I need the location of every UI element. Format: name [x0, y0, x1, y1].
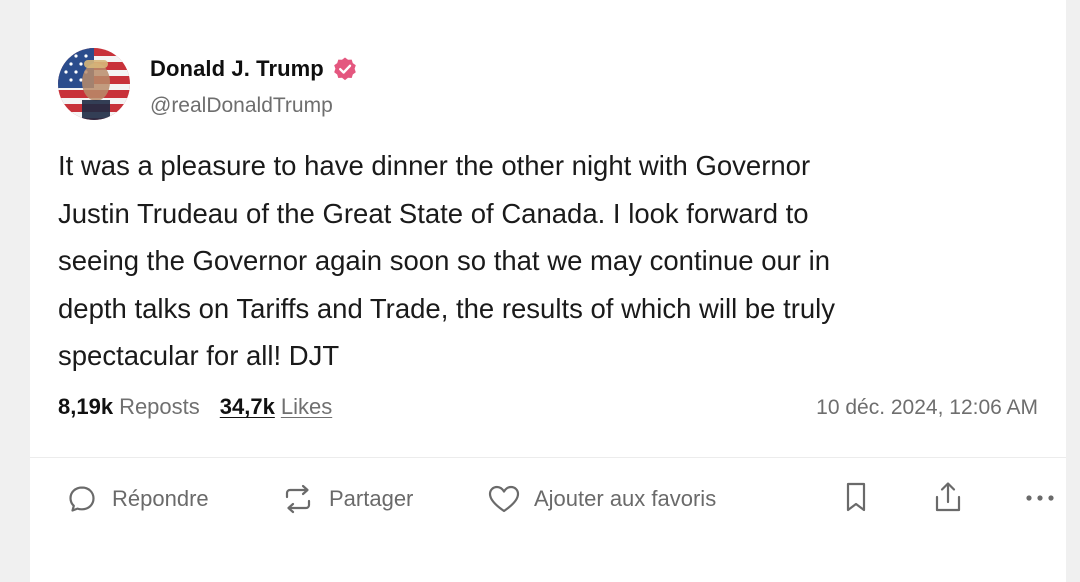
author-handle[interactable]: @realDonaldTrump [150, 94, 333, 118]
bookmark-icon [842, 480, 870, 519]
share-button[interactable] [932, 474, 964, 524]
divider [30, 457, 1066, 458]
post-body: It was a pleasure to have dinner the oth… [58, 142, 1058, 380]
post-text-line: Justin Trudeau of the Great State of Can… [58, 197, 809, 229]
bookmark-button[interactable] [842, 474, 870, 524]
share-repost-button[interactable]: Partager [281, 474, 413, 524]
author-row: Donald J. Trump [150, 56, 358, 82]
avatar[interactable] [58, 48, 130, 120]
post-timestamp: 10 déc. 2024, 12:06 AM [816, 396, 1038, 419]
likes-count: 34,7k [219, 394, 275, 419]
heart-icon [486, 483, 522, 515]
favorite-button[interactable]: Ajouter aux favoris [486, 474, 716, 524]
repost-icon [281, 483, 315, 515]
reposts-label: Reposts [119, 394, 200, 419]
reply-icon [66, 483, 98, 515]
more-button[interactable] [1024, 474, 1056, 524]
reposts-count: 8,19k [58, 394, 114, 419]
post-card: Donald J. Trump @realDonaldTrump It was … [30, 0, 1066, 582]
likes-stat[interactable]: 34,7k Likes [220, 394, 332, 420]
post-stats: 8,19k Reposts 34,7k Likes [58, 394, 332, 420]
reply-label: Répondre [112, 486, 209, 511]
likes-label: Likes [280, 394, 333, 419]
post-text-line: depth talks on Tariffs and Trade, the re… [58, 292, 836, 324]
post-text-line: seeing the Governor again soon so that w… [58, 245, 831, 276]
share-icon [932, 480, 964, 519]
post-text-line: It was a pleasure to have dinner the oth… [58, 150, 811, 181]
verified-badge-icon [332, 56, 358, 82]
reposts-stat[interactable]: 8,19k Reposts [58, 394, 200, 420]
author-name[interactable]: Donald J. Trump [150, 56, 324, 82]
favorite-label: Ajouter aux favoris [534, 486, 717, 511]
more-icon [1024, 490, 1056, 508]
avatar-image [58, 48, 130, 120]
post-text-line: spectacular for all! DJT [58, 340, 340, 371]
action-bar: Répondre Partager Ajouter aux favoris [66, 474, 1054, 524]
reply-button[interactable]: Répondre [66, 474, 209, 524]
share-label: Partager [329, 486, 414, 511]
